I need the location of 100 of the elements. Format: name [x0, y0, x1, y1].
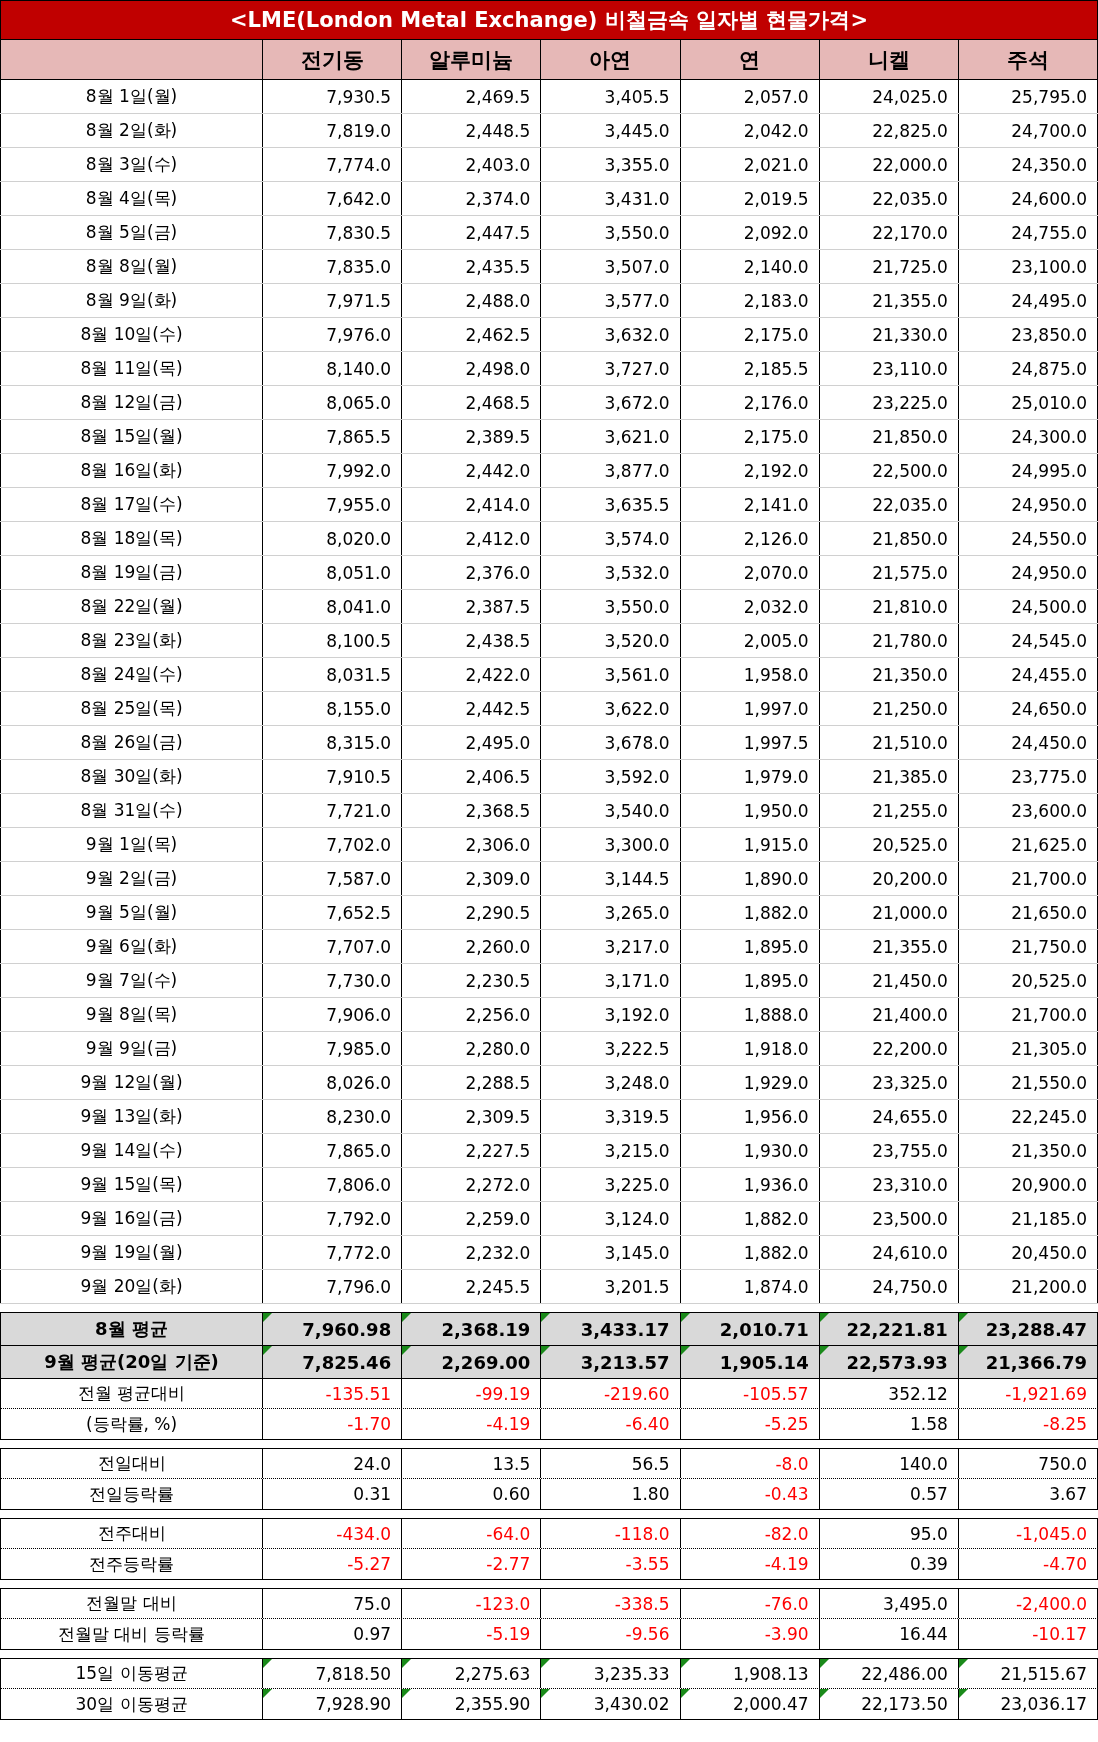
table-cell: 2,000.47 — [680, 1689, 820, 1719]
table-cell: 20,900.0 — [958, 1168, 1098, 1201]
table-cell: -0.43 — [680, 1479, 820, 1509]
column-header: 알루미늄 — [402, 40, 542, 79]
table-cell: 22,245.0 — [958, 1100, 1098, 1133]
table-cell: 23,755.0 — [819, 1134, 959, 1167]
table-cell: 7,796.0 — [263, 1270, 403, 1303]
table-cell: 3,265.0 — [541, 896, 681, 929]
table-cell: 전일대비 — [0, 1449, 263, 1478]
table-cell: 2,306.0 — [402, 828, 542, 861]
table-cell: 2,021.0 — [680, 148, 820, 181]
table-cell: 23,100.0 — [958, 250, 1098, 283]
table-cell: 8월 30일(화) — [0, 760, 263, 793]
table-cell: 24,950.0 — [958, 488, 1098, 521]
table-cell: 24,495.0 — [958, 284, 1098, 317]
table-cell: 20,525.0 — [819, 828, 959, 861]
table-cell: 2,141.0 — [680, 488, 820, 521]
table-cell: 8월 25일(목) — [0, 692, 263, 725]
table-cell: 23,325.0 — [819, 1066, 959, 1099]
table-cell: 23,775.0 — [958, 760, 1098, 793]
table-cell: 24,655.0 — [819, 1100, 959, 1133]
table-cell: 8,230.0 — [263, 1100, 403, 1133]
table-cell: 8월 16일(화) — [0, 454, 263, 487]
table-cell: 22,825.0 — [819, 114, 959, 147]
table-cell: 21,255.0 — [819, 794, 959, 827]
table-cell: 22,573.93 — [819, 1346, 959, 1378]
table-cell: 23,036.17 — [958, 1689, 1098, 1719]
table-cell: 2,185.5 — [680, 352, 820, 385]
table-cell: 3,550.0 — [541, 216, 681, 249]
table-cell: 24,750.0 — [819, 1270, 959, 1303]
table-cell: 1,936.0 — [680, 1168, 820, 1201]
table-cell: 1.80 — [541, 1479, 681, 1509]
table-cell: 2,183.0 — [680, 284, 820, 317]
table-cell: 2,447.5 — [402, 216, 542, 249]
table-cell: 3,215.0 — [541, 1134, 681, 1167]
table-cell: 2,403.0 — [402, 148, 542, 181]
table-cell: 3,201.5 — [541, 1270, 681, 1303]
table-cell: 2,290.5 — [402, 896, 542, 929]
table-cell: 9월 8일(목) — [0, 998, 263, 1031]
table-cell: 3,217.0 — [541, 930, 681, 963]
column-header: 연 — [680, 40, 820, 79]
table-cell: 2,438.5 — [402, 624, 542, 657]
table-cell: 7,835.0 — [263, 250, 403, 283]
table-cell: 21,810.0 — [819, 590, 959, 623]
table-cell: 9월 14일(수) — [0, 1134, 263, 1167]
table-cell: 0.31 — [263, 1479, 403, 1509]
table-cell: 7,992.0 — [263, 454, 403, 487]
table-cell: -219.60 — [541, 1379, 681, 1408]
table-cell: 0.39 — [819, 1549, 959, 1579]
table-cell: 2,272.0 — [402, 1168, 542, 1201]
table-cell: 7,774.0 — [263, 148, 403, 181]
table-cell: 7,702.0 — [263, 828, 403, 861]
table-cell: 21,700.0 — [958, 862, 1098, 895]
table-cell: 7,910.5 — [263, 760, 403, 793]
table-cell: 7,730.0 — [263, 964, 403, 997]
table-cell: 56.5 — [541, 1449, 681, 1478]
table-cell: -3.55 — [541, 1549, 681, 1579]
table-cell: 3,431.0 — [541, 182, 681, 215]
table-cell: 22,170.0 — [819, 216, 959, 249]
table-cell: 22,200.0 — [819, 1032, 959, 1065]
table-cell: 2,414.0 — [402, 488, 542, 521]
table-cell: 7,707.0 — [263, 930, 403, 963]
table-cell: 24,875.0 — [958, 352, 1098, 385]
table-cell: 3,621.0 — [541, 420, 681, 453]
table-cell: 1,890.0 — [680, 862, 820, 895]
table-cell: 3,532.0 — [541, 556, 681, 589]
table-cell: 8월 19일(금) — [0, 556, 263, 589]
table-cell: 2,092.0 — [680, 216, 820, 249]
table-cell: 8월 23일(화) — [0, 624, 263, 657]
table-cell: 25,010.0 — [958, 386, 1098, 419]
table-cell: -9.56 — [541, 1619, 681, 1649]
table-cell: -4.19 — [680, 1549, 820, 1579]
table-cell: 21,350.0 — [819, 658, 959, 691]
table-cell: 3,635.5 — [541, 488, 681, 521]
table-cell: 352.12 — [819, 1379, 959, 1408]
table-cell: 22,173.50 — [819, 1689, 959, 1719]
table-cell: 21,550.0 — [958, 1066, 1098, 1099]
table-cell: 8월 12일(금) — [0, 386, 263, 419]
table-cell: 2,140.0 — [680, 250, 820, 283]
table-cell: 23,310.0 — [819, 1168, 959, 1201]
table-cell: (등락률, %) — [0, 1409, 263, 1439]
table-cell: 2,468.5 — [402, 386, 542, 419]
table-cell: 2,435.5 — [402, 250, 542, 283]
table-cell: 7,652.5 — [263, 896, 403, 929]
column-header: 주석 — [958, 40, 1098, 79]
table-cell: 1,895.0 — [680, 930, 820, 963]
table-cell: 21,250.0 — [819, 692, 959, 725]
table-cell: -1.70 — [263, 1409, 403, 1439]
table-cell: 2,387.5 — [402, 590, 542, 623]
table-cell: 2,032.0 — [680, 590, 820, 623]
table-cell: 7,865.5 — [263, 420, 403, 453]
table-cell: 9월 5일(월) — [0, 896, 263, 929]
table-cell: 2,422.0 — [402, 658, 542, 691]
table-cell: -2,400.0 — [958, 1589, 1098, 1618]
table-cell: 8,315.0 — [263, 726, 403, 759]
table-cell: 3,300.0 — [541, 828, 681, 861]
table-cell: 23,288.47 — [958, 1313, 1098, 1345]
table-cell: 2,376.0 — [402, 556, 542, 589]
table-cell: 3,592.0 — [541, 760, 681, 793]
table-cell: 1,956.0 — [680, 1100, 820, 1133]
